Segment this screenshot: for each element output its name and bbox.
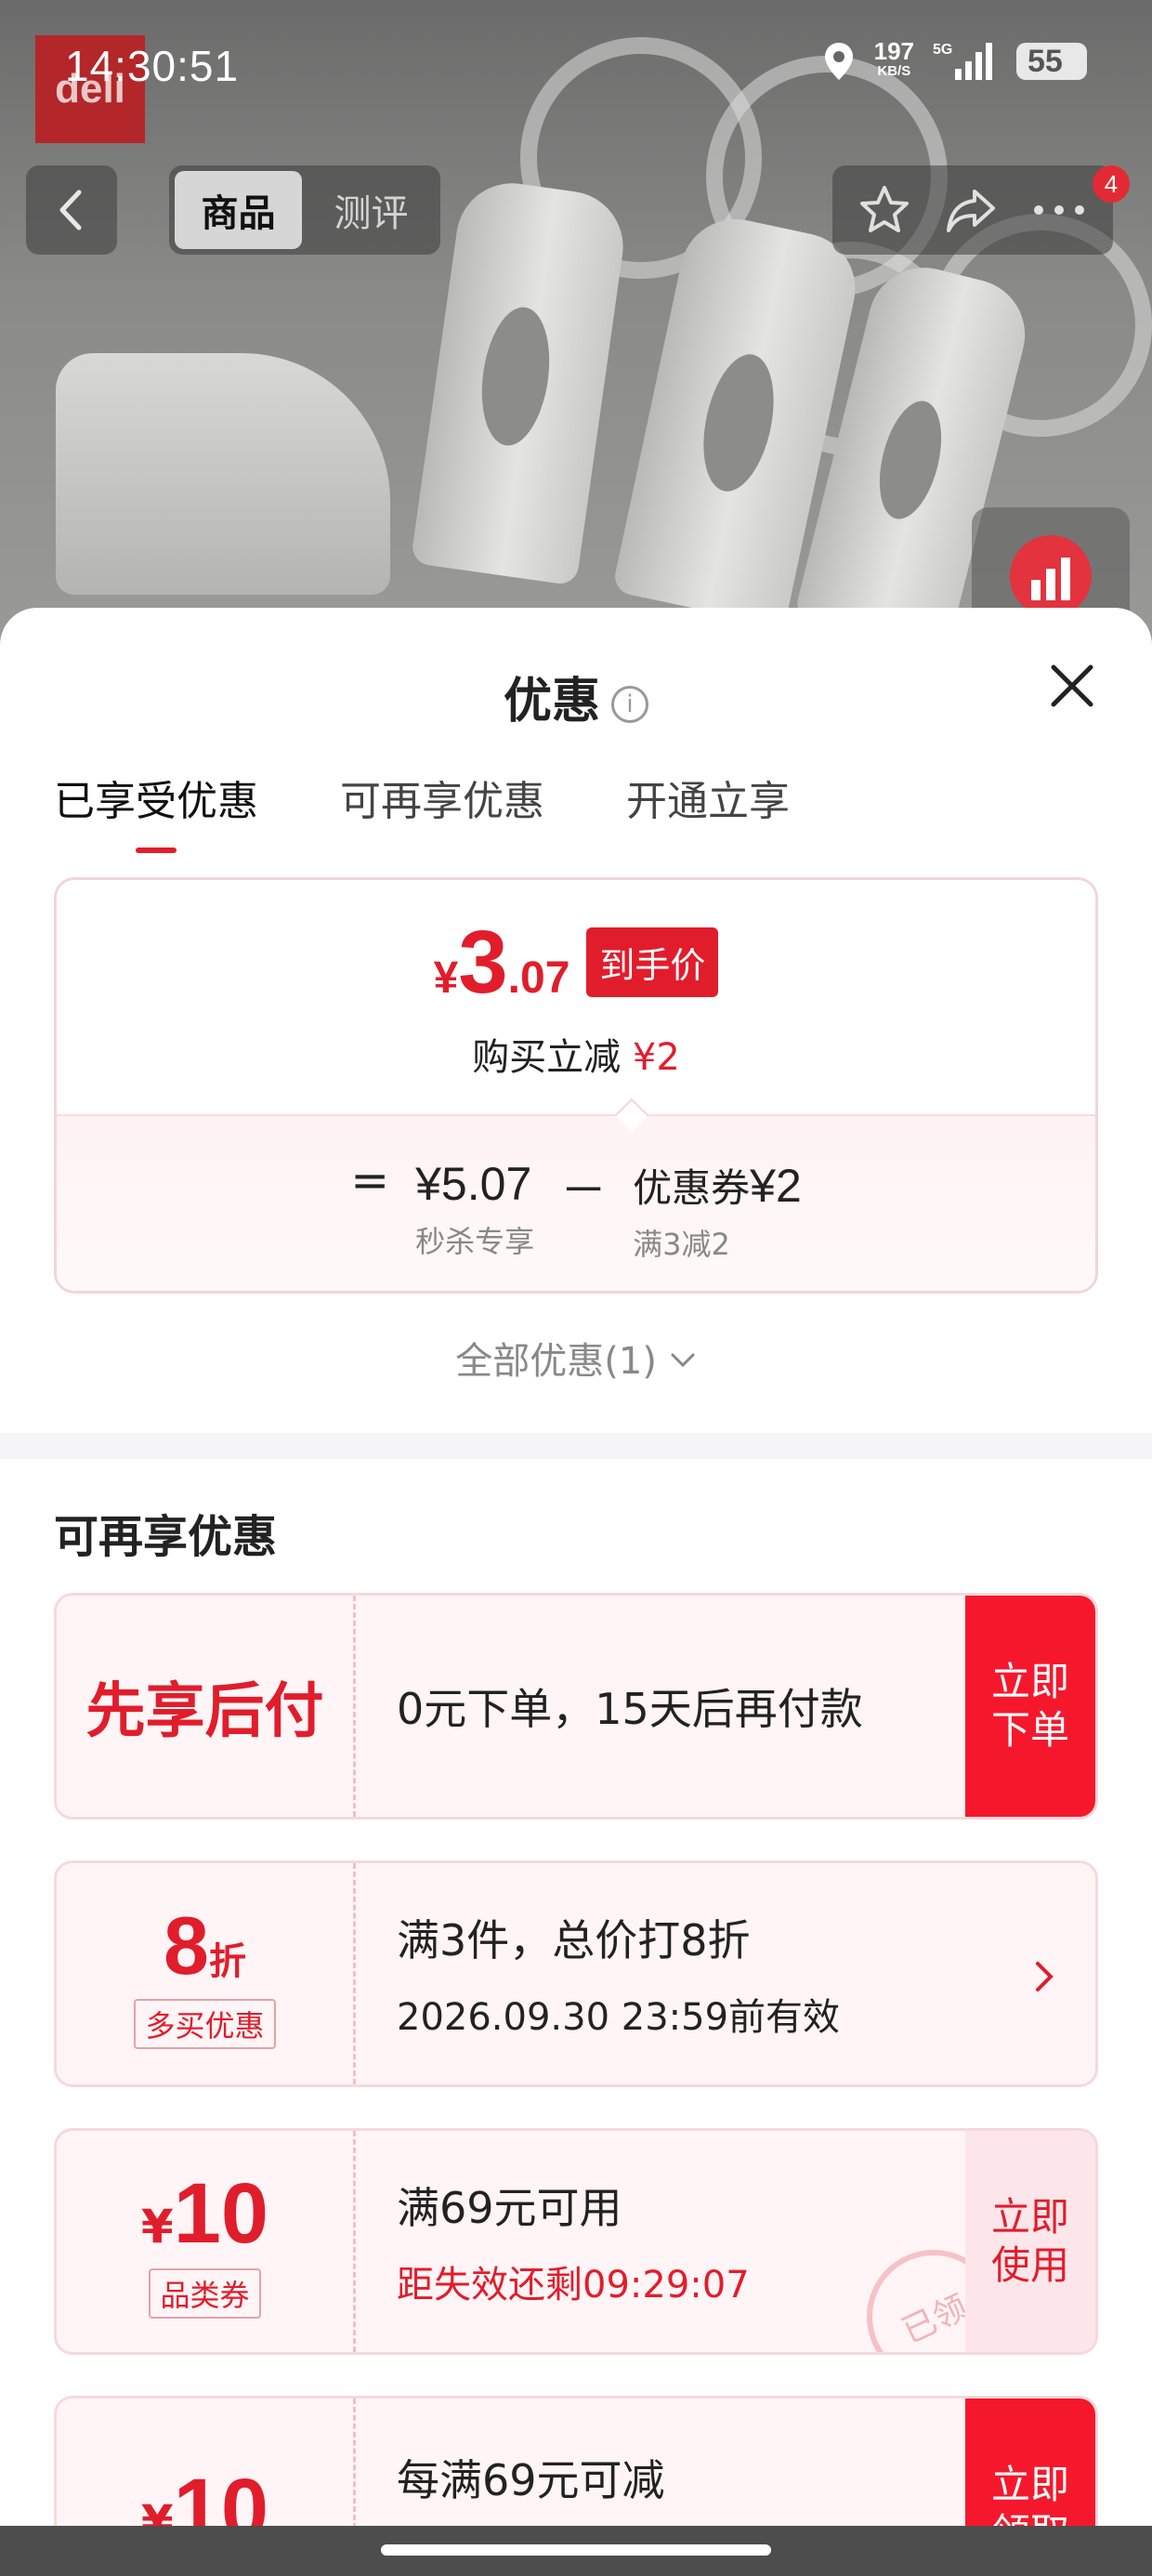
offer-multi-buy[interactable]: 8折 多买优惠 满3件，总价打8折 2026.09.30 23:59前有效 (54, 1860, 1098, 2087)
notification-badge: 4 (1093, 165, 1130, 203)
chevron-right-icon[interactable] (1030, 1958, 1058, 1995)
offer-title: 0元下单，15天后再付款 (397, 1684, 863, 1734)
nav-actions (832, 165, 1113, 255)
offer-title: 每满69元可减 (397, 2455, 665, 2505)
base-price-label: 秒杀专享 (415, 1224, 535, 1259)
offer-tag: 品类券 (149, 2267, 261, 2319)
sheet-title: 优惠 i (0, 662, 1152, 731)
back-icon (59, 190, 82, 230)
offer-tag: 多买优惠 (134, 1999, 276, 2049)
product-tab-switch: 商品 测评 (169, 165, 440, 255)
order-now-button[interactable]: 立即 下单 (965, 1596, 1095, 1817)
info-icon[interactable]: i (611, 686, 648, 723)
home-indicator-bar (0, 2526, 1152, 2576)
more-offers-title: 可再享优惠 (54, 1511, 278, 1563)
star-icon[interactable] (857, 182, 912, 238)
location-icon (824, 43, 853, 80)
base-price: ¥5.07 (415, 1158, 532, 1210)
final-price: ¥3.07 (433, 913, 570, 1012)
status-bar-right: 197 KB/S 5G 55 (822, 37, 1087, 82)
coupon-deduction: 优惠券¥2 (633, 1160, 802, 1212)
discount-value: 8折 (164, 1899, 246, 1991)
coupon-condition: 满3减2 (633, 1227, 730, 1262)
use-now-button[interactable]: 立即 使用 (965, 2131, 1095, 2352)
tab-activate[interactable]: 开通立享 (626, 768, 790, 827)
offer-title: 满69元可用 (397, 2183, 622, 2233)
battery-indicator: 55 (1016, 43, 1087, 80)
status-time: 14:30:51 (65, 42, 240, 90)
equals-sign: = (350, 1153, 390, 1207)
discount-line: 购买立减 ¥2 (472, 1036, 680, 1079)
offer-expiry: 2026.09.30 23:59前有效 (397, 1996, 841, 2039)
tab-product[interactable]: 商品 (175, 171, 302, 249)
coupon-amount: ¥10 (140, 2165, 269, 2261)
signal-icon: 5G (933, 42, 992, 80)
tab-enjoyed[interactable]: 已享受优惠 (54, 768, 258, 853)
all-promotions-toggle[interactable]: 全部优惠(1) (0, 1331, 1152, 1385)
promotions-sheet: 优惠 i 已享受优惠 可再享优惠 开通立享 ¥3.07 到手价 购买立减 ¥2 =… (0, 608, 1152, 2576)
promo-tabs: 已享受优惠 可再享优惠 开通立享 (54, 768, 790, 853)
price-summary-card: ¥3.07 到手价 购买立减 ¥2 = ¥5.07 秒杀专享 － 优惠券¥2 满… (54, 877, 1098, 1294)
close-icon[interactable] (1044, 658, 1100, 714)
minus-sign: － (560, 1163, 608, 1217)
offer-countdown: 距失效还剩09:29:07 (397, 2264, 750, 2307)
network-speed: 197 KB/S (873, 37, 914, 79)
offer-pay-later[interactable]: 先享后付 0元下单，15天后再付款 立即 下单 (54, 1593, 1098, 1820)
share-icon[interactable] (943, 182, 999, 238)
svg-text:5G: 5G (933, 42, 952, 58)
price-breakdown: = ¥5.07 秒杀专享 － 优惠券¥2 满3减2 (57, 1114, 1095, 1291)
pay-later-label: 先享后付 (85, 1677, 324, 1746)
offer-category-coupon[interactable]: ¥10 品类券 满69元可用 距失效还剩09:29:07 已领 立即 使用 (54, 2128, 1098, 2355)
chevron-down-icon (671, 1353, 695, 1368)
back-button[interactable] (26, 165, 117, 255)
offer-title: 满3件，总价打8折 (397, 1915, 751, 1965)
tab-review[interactable]: 测评 (308, 171, 435, 249)
section-divider (0, 1433, 1152, 1459)
more-icon[interactable] (1029, 182, 1089, 238)
home-indicator[interactable] (381, 2544, 771, 2556)
tab-more-available[interactable]: 可再享优惠 (340, 768, 544, 827)
final-price-tag: 到手价 (586, 927, 719, 997)
